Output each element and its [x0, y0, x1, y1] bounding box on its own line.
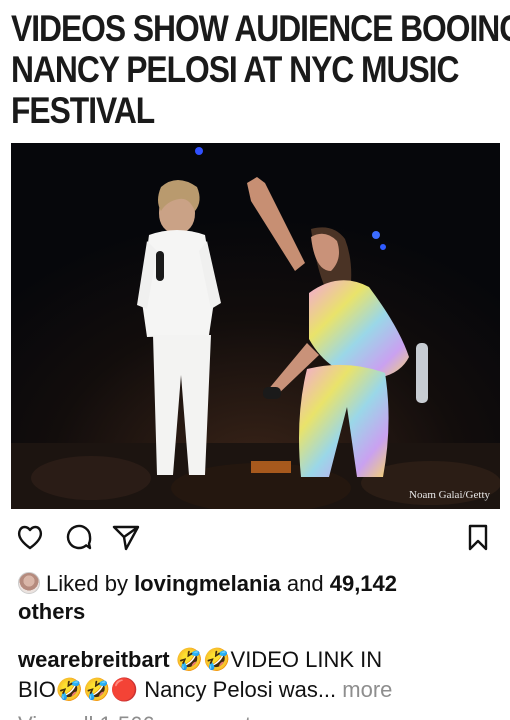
- likes-prefix: Liked by: [46, 571, 135, 596]
- liker-username[interactable]: lovingmelania: [134, 571, 281, 596]
- more-link[interactable]: more: [342, 677, 392, 702]
- likes-suffix[interactable]: others: [18, 599, 85, 624]
- post-image[interactable]: VIDEOS SHOW AUDIENCE BOOING NANCY PELOSI…: [0, 0, 510, 512]
- caption-text: BIO🤣🤣🔴 Nancy Pelosi was...: [18, 677, 343, 702]
- comment-icon[interactable]: [64, 522, 94, 552]
- likes-summary[interactable]: Liked by lovingmelania and 49,142 others: [18, 570, 498, 626]
- avatar[interactable]: [18, 572, 40, 594]
- caption-username[interactable]: wearebreitbart: [18, 647, 170, 672]
- headline-line: NANCY PELOSI AT NYC MUSIC: [11, 49, 459, 90]
- caption-text: 🤣🤣VIDEO LINK IN: [169, 647, 383, 672]
- bookmark-icon[interactable]: [463, 522, 493, 552]
- view-all-comments-link[interactable]: View all 1,566 comments: [18, 712, 262, 720]
- stage-illustration: Noam Galai/Getty: [11, 143, 500, 509]
- likes-middle: and: [280, 571, 330, 596]
- post-caption: wearebreitbart 🤣🤣VIDEO LINK IN BIO🤣🤣🔴 Nan…: [18, 645, 498, 705]
- post-photo: Noam Galai/Getty: [11, 143, 500, 509]
- post-action-bar: [0, 518, 510, 558]
- headline-line: VIDEOS SHOW AUDIENCE BOOING: [11, 8, 510, 49]
- post-headline: VIDEOS SHOW AUDIENCE BOOING NANCY PELOSI…: [11, 8, 510, 131]
- share-icon[interactable]: [111, 522, 141, 552]
- heart-icon[interactable]: [15, 522, 45, 552]
- photo-credit: Noam Galai/Getty: [409, 489, 490, 501]
- headline-line: FESTIVAL: [11, 90, 155, 131]
- likes-count[interactable]: 49,142: [330, 571, 397, 596]
